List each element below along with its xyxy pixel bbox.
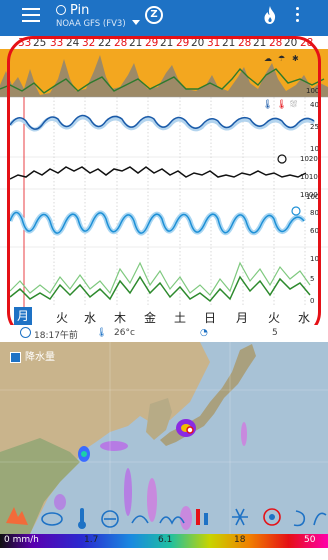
day-label[interactable]: 火 [56, 309, 68, 326]
day-label[interactable]: 木 [114, 309, 126, 326]
day-labels: 月 火 水 木 金 土 日 月 火 水 [0, 307, 328, 325]
day-label[interactable]: 火 [268, 309, 280, 326]
chevron-down-icon [131, 20, 140, 25]
legend-label: 18 [234, 535, 246, 545]
meteogram-highlight-frame [7, 36, 321, 338]
app-bar: Pin NOAA GFS (FV3) Z [0, 0, 328, 36]
legend-label: 1.7 [84, 535, 99, 545]
map-layer-toolbar [6, 507, 327, 529]
legend-label: 50 [304, 535, 316, 545]
more-vert-icon[interactable] [296, 7, 300, 25]
day-label[interactable]: 水 [84, 309, 96, 326]
day-label[interactable]: 日 [204, 309, 216, 326]
flame-icon[interactable] [262, 5, 278, 25]
flag-layer-icon[interactable] [263, 508, 281, 526]
cloud-layer-icon[interactable] [41, 512, 63, 526]
info-time: 18:17午前 [34, 331, 78, 341]
clock-icon [20, 327, 31, 338]
wind-layer-icon[interactable] [101, 510, 119, 528]
forecast-model-selector[interactable]: NOAA GFS (FV3) [56, 19, 140, 29]
zulu-time-icon[interactable]: Z [145, 6, 163, 24]
info-wind: 5 [272, 328, 278, 338]
location-name: Pin [70, 3, 90, 18]
day-label[interactable]: 土 [174, 309, 186, 326]
map-layer-icon [10, 351, 21, 363]
surf-layer-icon[interactable] [313, 512, 327, 526]
temperature-layer-icon[interactable] [78, 508, 86, 529]
hurricane-layer-icon[interactable] [293, 510, 306, 527]
day-label-today[interactable]: 月 [14, 307, 33, 325]
map-layer-label: 降水量 [10, 348, 55, 363]
rain-layer-icon[interactable] [6, 507, 28, 525]
model-name: NOAA GFS (FV3) [56, 19, 126, 29]
wind-icon: ◔ [200, 328, 208, 338]
legend-label: 6.1 [158, 535, 173, 545]
hamburger-menu-icon[interactable] [22, 8, 40, 22]
thunder-layer-icon[interactable] [196, 509, 208, 525]
legend-label: 0 mm/h [4, 535, 39, 545]
thermometer-icon: 🌡 [96, 328, 108, 338]
info-temp: 26°c [114, 328, 135, 338]
location-marker-icon[interactable] [186, 426, 194, 434]
snow-layer-icon[interactable] [232, 508, 248, 526]
day-label[interactable]: 金 [144, 309, 156, 326]
map-layer-name: 降水量 [25, 352, 55, 363]
wave-layer-icon[interactable] [159, 516, 185, 525]
day-label[interactable]: 水 [298, 309, 310, 326]
info-bar: 18:17午前 🌡 26°c ◔ 5 [0, 325, 328, 342]
location-pin-icon [56, 5, 66, 15]
legend-labels: 0 mm/h 1.7 6.1 18 50 [0, 534, 328, 548]
gust-layer-icon[interactable] [131, 515, 149, 524]
bottom-spacer [0, 548, 328, 560]
day-label[interactable]: 月 [236, 309, 248, 326]
location-title[interactable]: Pin [56, 3, 89, 18]
